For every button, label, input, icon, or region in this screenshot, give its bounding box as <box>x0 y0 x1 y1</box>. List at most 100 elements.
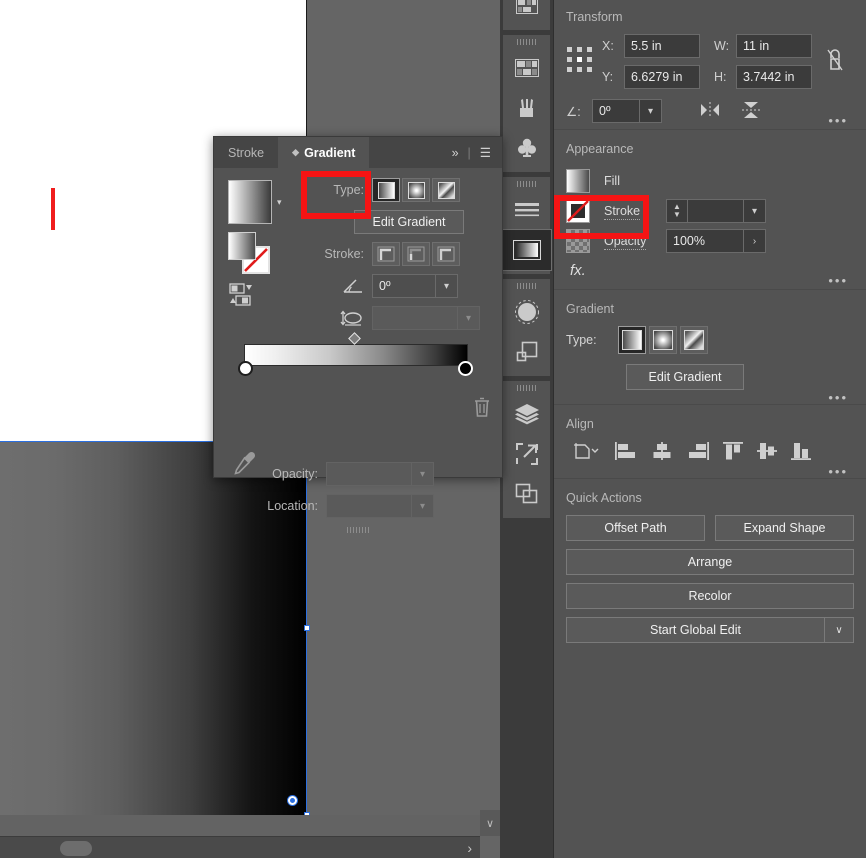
gradient-midpoint-handle[interactable] <box>348 332 361 345</box>
panel-menu-icon[interactable]: ☰ <box>480 145 491 160</box>
panel-freeform-gradient-button[interactable] <box>432 178 460 202</box>
flip-vertical-icon[interactable] <box>740 100 762 123</box>
recolor-button[interactable]: Recolor <box>566 583 854 609</box>
gradient-stop-black[interactable] <box>458 361 473 376</box>
symbols-icon[interactable] <box>503 128 551 168</box>
stroke-icon[interactable] <box>503 190 551 230</box>
panel-edit-gradient-button[interactable]: Edit Gradient <box>354 210 464 234</box>
align-bottom-icon[interactable] <box>790 441 812 464</box>
chevron-right-icon[interactable]: › <box>467 839 472 857</box>
properties-panel: Transform <box>554 0 866 858</box>
opacity-options-chevron-icon[interactable]: › <box>744 229 766 253</box>
align-top-icon[interactable] <box>722 441 744 464</box>
appearance-fill-row[interactable]: Fill <box>566 166 854 196</box>
appearance-icon[interactable] <box>503 292 551 332</box>
align-more-options[interactable]: ••• <box>828 468 848 476</box>
gradient-panel-floating[interactable]: Stroke ◆ Gradient » | ☰ ▾ <box>213 136 503 478</box>
stroke-apply-along-button[interactable] <box>402 242 430 266</box>
gradient-more-options[interactable]: ••• <box>828 394 848 402</box>
stroke-apply-within-button[interactable] <box>372 242 400 266</box>
transform-title: Transform <box>566 10 854 24</box>
align-left-icon[interactable] <box>614 441 638 464</box>
fill-gradient-swatch[interactable] <box>228 232 256 260</box>
dock-grip[interactable] <box>503 177 550 190</box>
global-edit-chevron-down-icon[interactable]: ∨ <box>824 617 854 643</box>
chevron-down-icon[interactable]: ∨ <box>480 810 500 836</box>
width-input[interactable]: 11 in <box>736 34 812 58</box>
gradient-anchor-point[interactable] <box>288 796 297 805</box>
flip-horizontal-icon[interactable] <box>698 101 722 122</box>
lock-proportions-icon[interactable] <box>816 34 854 75</box>
reference-point-selector[interactable] <box>566 34 602 77</box>
stroke-weight-stepper[interactable]: ▲▼ <box>666 199 688 223</box>
transform-more-options[interactable]: ••• <box>828 117 848 125</box>
gradient-icon[interactable] <box>503 230 551 270</box>
gradient-location-label: Location: <box>226 499 318 513</box>
arrange-button[interactable]: Arrange <box>566 549 854 575</box>
stroke-apply-across-button[interactable] <box>432 242 460 266</box>
appearance-more-options[interactable]: ••• <box>828 277 848 285</box>
canvas-horizontal-scrollbar[interactable]: › <box>0 836 480 858</box>
gradient-presets-chevron-icon[interactable]: ▾ <box>277 197 282 208</box>
panel-radial-gradient-button[interactable] <box>402 178 430 202</box>
opacity-chevron-icon: ▾ <box>412 462 434 486</box>
edit-gradient-button[interactable]: Edit Gradient <box>626 364 744 390</box>
gradient-panel-type-label: Type: <box>304 183 364 197</box>
color-swatches-icon[interactable] <box>503 48 551 88</box>
align-horizontal-center-icon[interactable] <box>650 441 674 464</box>
brushes-icon[interactable] <box>503 88 551 128</box>
opacity-swatch[interactable] <box>566 229 590 253</box>
stroke-weight-input[interactable] <box>688 199 744 223</box>
eyedropper-icon[interactable] <box>232 450 258 479</box>
x-label: X: <box>602 39 624 53</box>
pathfinder-icon[interactable] <box>503 474 551 514</box>
delete-stop-icon[interactable] <box>472 396 492 421</box>
quick-actions-section: Quick Actions Offset Path Expand Shape A… <box>554 479 866 649</box>
rotation-angle-input[interactable]: 0º <box>592 99 640 123</box>
panel-linear-gradient-button[interactable] <box>372 178 400 202</box>
y-input[interactable]: 6.6279 in <box>624 65 700 89</box>
dock-grip[interactable] <box>503 279 550 292</box>
freeform-gradient-type-button[interactable] <box>680 326 708 354</box>
layers-icon[interactable] <box>503 394 551 434</box>
reverse-gradient-icon[interactable] <box>228 282 284 311</box>
dock-grip[interactable] <box>503 35 550 48</box>
fx-button[interactable]: fx. <box>566 256 854 283</box>
collapse-panel-icon[interactable]: » <box>452 146 459 160</box>
gradient-ramp[interactable] <box>244 344 468 366</box>
dock-grip[interactable] <box>503 381 550 394</box>
opacity-input[interactable]: 100% <box>666 229 744 253</box>
align-right-icon[interactable] <box>686 441 710 464</box>
tab-gradient[interactable]: ◆ Gradient <box>278 137 369 168</box>
appearance-stroke-row[interactable]: Stroke ▲▼ ▾ <box>566 196 854 226</box>
expand-shape-button[interactable]: Expand Shape <box>715 515 854 541</box>
height-input[interactable]: 3.7442 in <box>736 65 812 89</box>
fill-swatch[interactable] <box>566 169 590 193</box>
selection-handle-right-middle[interactable] <box>304 625 310 631</box>
scrollbar-thumb[interactable] <box>60 841 92 856</box>
w-label: W: <box>714 39 736 53</box>
appearance-opacity-row[interactable]: Opacity 100% › <box>566 226 854 256</box>
tab-stroke[interactable]: Stroke <box>214 137 278 168</box>
radial-gradient-type-button[interactable] <box>649 326 677 354</box>
stroke-swatch[interactable] <box>566 199 590 223</box>
angle-dropdown-chevron-icon[interactable]: ▾ <box>640 99 662 123</box>
panel-dock-rail[interactable] <box>500 0 554 858</box>
panel-resize-grip[interactable] <box>214 527 502 533</box>
linear-gradient-type-button[interactable] <box>618 326 646 354</box>
offset-path-button[interactable]: Offset Path <box>566 515 705 541</box>
x-input[interactable]: 5.5 in <box>624 34 700 58</box>
align-to-selector[interactable] <box>572 441 602 464</box>
color-panel-icon[interactable] <box>503 0 551 26</box>
start-global-edit-button[interactable]: Start Global Edit <box>566 617 824 643</box>
gradient-angle-chevron-icon[interactable]: ▾ <box>436 274 458 298</box>
gradient-preview-swatch[interactable] <box>228 180 272 224</box>
stroke-weight-dropdown-chevron-icon[interactable]: ▾ <box>744 199 766 223</box>
gradient-stop-white[interactable] <box>238 361 253 376</box>
gradient-type-label: Type: <box>566 333 618 347</box>
align-vertical-center-icon[interactable] <box>756 441 778 464</box>
graphic-styles-icon[interactable] <box>503 332 551 372</box>
artboards-icon[interactable] <box>503 434 551 474</box>
gradient-angle-input[interactable]: 0º <box>372 274 436 298</box>
gradient-slider[interactable] <box>244 344 468 366</box>
